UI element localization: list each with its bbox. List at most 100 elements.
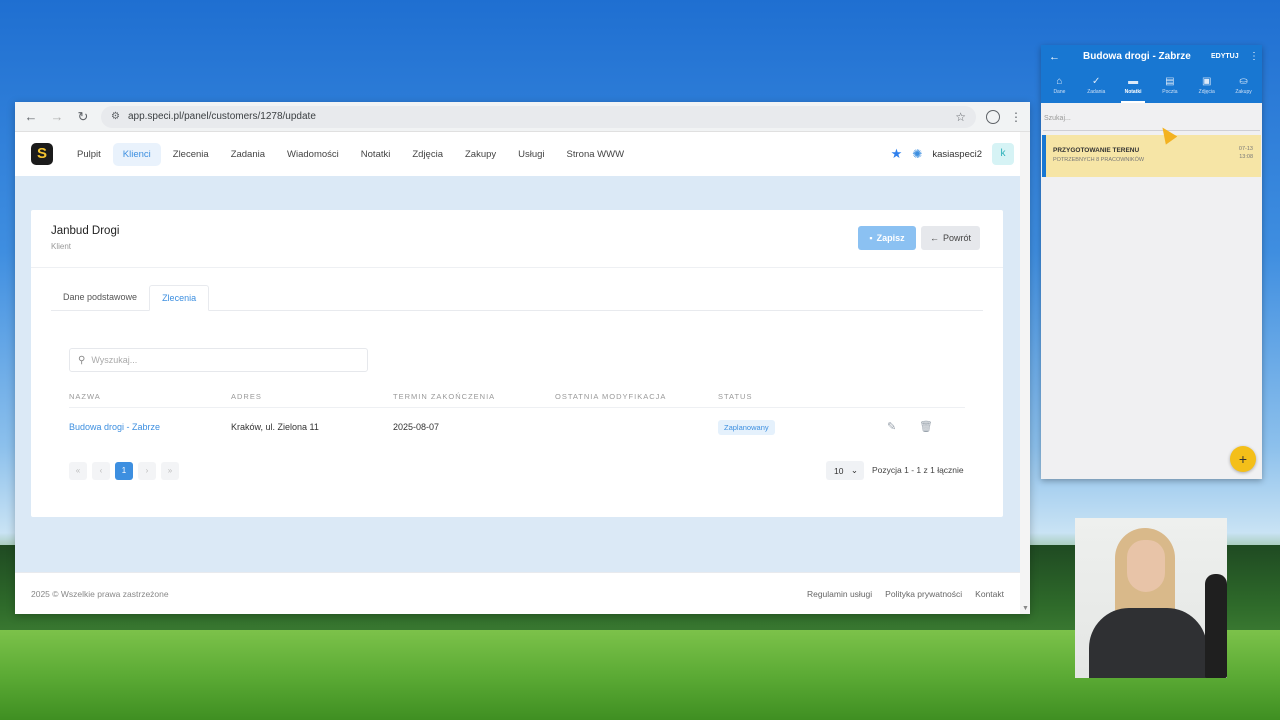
nav-item-strona-www[interactable]: Strona WWW: [557, 143, 635, 166]
app-navbar: S Pulpit Klienci Zlecenia Zadania Wiadom…: [15, 132, 1030, 176]
scrollbar[interactable]: ▼: [1020, 132, 1030, 614]
table-row: Budowa drogi - Zabrze Kraków, ul. Zielon…: [69, 417, 965, 439]
reload-icon[interactable]: ↻: [75, 109, 91, 125]
note-title: PRZYGOTOWANIE TERENU: [1053, 147, 1140, 154]
browser-menu-icon[interactable]: ⋮: [1010, 110, 1022, 124]
save-icon: ▪: [869, 233, 873, 243]
back-button[interactable]: ← Powrót: [921, 226, 980, 250]
mobile-tab-label: Zdjęcia: [1198, 89, 1215, 95]
next-page-button[interactable]: ›: [138, 462, 156, 480]
note-date: 07-13: [1238, 146, 1253, 152]
mobile-tab-label: Zadania: [1087, 89, 1106, 95]
edit-icon[interactable]: ✎: [887, 420, 896, 433]
site-settings-icon[interactable]: ⚙: [111, 111, 120, 122]
trash-icon[interactable]: 🗑: [919, 420, 933, 433]
search-box[interactable]: ⚲: [69, 348, 368, 372]
search-input[interactable]: [91, 355, 342, 365]
search-icon: ⚲: [78, 354, 86, 366]
copyright: 2025 © Wszelkie prawa zastrzeżone: [31, 589, 169, 599]
column-header-name[interactable]: NAZWA: [69, 392, 101, 401]
per-page-value: 10: [834, 465, 844, 476]
mobile-tab-label: Notatki: [1124, 89, 1142, 95]
logo[interactable]: S: [31, 143, 53, 165]
nav-item-zakupy[interactable]: Zakupy: [455, 143, 506, 166]
scroll-down-icon[interactable]: ▼: [1022, 605, 1029, 612]
order-address: Kraków, ul. Zielona 11: [231, 422, 319, 432]
card-tabs: Dane podstawowe Zlecenia: [51, 285, 983, 311]
favorite-star-icon[interactable]: ★: [891, 146, 903, 162]
note-icon: ▬: [1128, 76, 1139, 87]
nav-item-zlecenia[interactable]: Zlecenia: [163, 143, 219, 166]
order-name-link[interactable]: Budowa drogi - Zabrze: [69, 422, 160, 432]
mobile-header: ← Budowa drogi - Zabrze EDYTUJ ⋮ ⌂ Dane …: [1041, 45, 1262, 103]
browser-window: ← → ↻ ⚙ app.speci.pl/panel/customers/127…: [15, 102, 1030, 614]
back-arrow-icon[interactable]: ←: [23, 109, 39, 125]
tab-dane-podstawowe[interactable]: Dane podstawowe: [51, 285, 149, 310]
prev-page-button[interactable]: ‹: [92, 462, 110, 480]
last-page-button[interactable]: »: [161, 462, 179, 480]
edit-button[interactable]: EDYTUJ: [1211, 53, 1239, 60]
nav-item-zdjecia[interactable]: Zdjęcia: [402, 143, 453, 166]
mobile-tab-zakupy[interactable]: ⛀ Zakupy: [1225, 75, 1262, 103]
tab-zlecenia[interactable]: Zlecenia: [149, 285, 210, 311]
image-icon: ▣: [1202, 76, 1212, 87]
column-header-status[interactable]: STATUS: [718, 392, 752, 401]
mobile-tab-dane[interactable]: ⌂ Dane: [1041, 75, 1078, 103]
page-subtitle: Klient: [51, 242, 72, 251]
mobile-tabs: ⌂ Dane ✓ Zadania ▬ Notatki ▤ Poczta ▣ Zd…: [1041, 75, 1262, 103]
page-title: Janbud Drogi: [51, 225, 120, 237]
browser-toolbar: ← → ↻ ⚙ app.speci.pl/panel/customers/127…: [15, 102, 1030, 132]
more-menu-icon[interactable]: ⋮: [1249, 51, 1259, 62]
table-header: NAZWA ADRES TERMIN ZAKOŃCZENIA OSTATNIA …: [69, 390, 965, 408]
footer-link-regulamin[interactable]: Regulamin usługi: [807, 589, 872, 599]
column-header-modified[interactable]: OSTATNIA MODYFIKACJA: [555, 392, 666, 401]
column-header-deadline[interactable]: TERMIN ZAKOŃCZENIA: [393, 392, 495, 401]
add-note-button[interactable]: +: [1230, 446, 1256, 472]
mobile-tab-label: Zakupy: [1235, 89, 1252, 95]
save-button[interactable]: ▪ Zapisz: [858, 226, 916, 250]
mobile-app-window: ← Budowa drogi - Zabrze EDYTUJ ⋮ ⌂ Dane …: [1041, 45, 1262, 479]
order-deadline: 2025-08-07: [393, 422, 440, 432]
nav-item-pulpit[interactable]: Pulpit: [67, 143, 111, 166]
nav-item-uslugi[interactable]: Usługi: [508, 143, 554, 166]
mobile-tab-zdjecia[interactable]: ▣ Zdjęcia: [1188, 75, 1225, 103]
card-header: Janbud Drogi Klient ▪ Zapisz ← Powrót: [31, 210, 1003, 268]
nav-item-klienci[interactable]: Klienci: [112, 142, 161, 166]
webcam-overlay: [1075, 518, 1227, 678]
note-subtitle: POTRZEBNYCH 8 PRACOWNIKÓW: [1053, 157, 1145, 163]
check-icon: ✓: [1092, 76, 1101, 87]
footer: 2025 © Wszelkie prawa zastrzeżone Regula…: [15, 572, 1020, 614]
footer-links: Regulamin usługi Polityka prywatności Ko…: [807, 589, 1004, 599]
bookmark-star-icon[interactable]: ☆: [955, 110, 966, 124]
mobile-search-input[interactable]: Szukaj...: [1043, 111, 1260, 131]
nav-right: ★ ✺ kasiaspeci2 k: [891, 143, 1014, 165]
account-icon[interactable]: [986, 109, 1000, 124]
note-time: 13:08: [1239, 154, 1253, 160]
per-page-select[interactable]: 10 ⌄: [826, 461, 864, 480]
basket-icon: ⛀: [1239, 76, 1248, 87]
nav-item-notatki[interactable]: Notatki: [351, 143, 401, 166]
footer-link-kontakt[interactable]: Kontakt: [975, 589, 1004, 599]
column-header-address[interactable]: ADRES: [231, 392, 262, 401]
avatar[interactable]: k: [992, 143, 1014, 165]
username[interactable]: kasiaspeci2: [932, 149, 982, 160]
mobile-tab-notatki[interactable]: ▬ Notatki: [1115, 75, 1152, 103]
chevron-down-icon: ⌄: [850, 465, 858, 475]
nav-item-wiadomosci[interactable]: Wiadomości: [277, 143, 349, 166]
first-page-button[interactable]: «: [69, 462, 87, 480]
back-arrow-icon[interactable]: ←: [1049, 51, 1060, 63]
mobile-tab-zadania[interactable]: ✓ Zadania: [1078, 75, 1115, 103]
note-item[interactable]: PRZYGOTOWANIE TERENU POTRZEBNYCH 8 PRACO…: [1042, 135, 1261, 177]
mobile-title: Budowa drogi - Zabrze: [1083, 51, 1191, 62]
status-badge: Zaplanowany: [718, 420, 775, 435]
page-1-button[interactable]: 1: [115, 462, 133, 480]
nav-item-zadania[interactable]: Zadania: [221, 143, 275, 166]
address-bar[interactable]: ⚙ app.speci.pl/panel/customers/1278/upda…: [101, 105, 976, 128]
arrow-left-icon: ←: [929, 233, 939, 243]
save-button-label: Zapisz: [876, 233, 905, 243]
footer-link-polityka[interactable]: Polityka prywatności: [885, 589, 962, 599]
note-timestamp: 07-13 13:08: [1239, 145, 1253, 161]
theme-toggle-icon[interactable]: ✺: [912, 147, 922, 161]
forward-arrow-icon[interactable]: →: [49, 109, 65, 125]
mobile-tab-poczta[interactable]: ▤ Poczta: [1151, 75, 1188, 103]
